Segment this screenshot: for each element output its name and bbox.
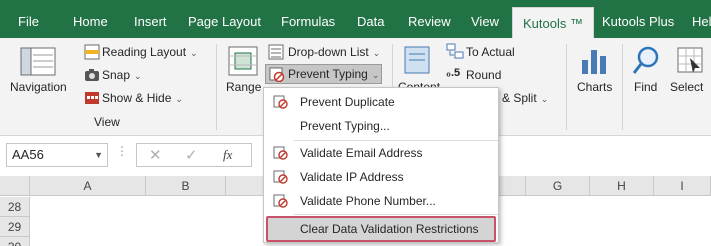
tab-insert[interactable]: Insert	[134, 0, 167, 38]
find-button[interactable]: Find	[634, 80, 657, 94]
tab-kutools[interactable]: Kutools ™	[512, 7, 594, 38]
cancel-icon[interactable]: ✕	[149, 146, 162, 164]
tab-file[interactable]: File	[18, 0, 39, 38]
range-icon[interactable]	[228, 46, 258, 78]
validate-ip-icon	[273, 170, 288, 184]
charts-icon[interactable]	[580, 46, 608, 76]
menu-separator	[294, 214, 498, 215]
column-header[interactable]: B	[146, 176, 226, 196]
menu-item-prevent-duplicate[interactable]: Prevent Duplicate	[265, 90, 497, 114]
view-group-label: View	[94, 115, 120, 129]
to-actual-icon	[446, 43, 464, 59]
menu-item-label: Validate Email Address	[300, 146, 423, 160]
ribbon-separator	[566, 44, 567, 130]
more-dots-icon: ⋮	[116, 144, 128, 158]
navigation-button[interactable]: Navigation	[10, 80, 67, 94]
merge-split-label: & Split	[502, 91, 537, 105]
round-button[interactable]: Round	[466, 68, 501, 82]
show-hide-icon	[85, 92, 99, 104]
prevent-typing-menu: Prevent Duplicate Prevent Typing... Vali…	[263, 87, 499, 243]
chevron-down-icon: ⌄	[134, 71, 142, 81]
row-header[interactable]: 29	[0, 217, 30, 237]
reading-layout-button[interactable]: Reading Layout ⌄	[102, 45, 198, 59]
menu-item-clear-validation[interactable]: Clear Data Validation Restrictions	[266, 216, 496, 242]
menu-item-label: Validate IP Address	[300, 170, 404, 184]
content-icon[interactable]	[404, 46, 430, 74]
validate-phone-icon	[273, 194, 288, 208]
select-icon[interactable]	[676, 46, 704, 76]
tab-review[interactable]: Review	[408, 0, 451, 38]
snap-button[interactable]: Snap ⌄	[102, 68, 142, 82]
tab-home[interactable]: Home	[73, 0, 108, 38]
menu-item-label: Prevent Typing...	[300, 119, 390, 133]
column-header[interactable]: G	[526, 176, 590, 196]
formula-buttons: ✕ ✓ fx	[136, 143, 252, 167]
snap-label: Snap	[102, 68, 131, 82]
menu-item-validate-email[interactable]: Validate Email Address	[265, 141, 497, 165]
range-label: Range	[226, 80, 262, 94]
validate-email-icon	[273, 146, 288, 160]
tab-page-layout[interactable]: Page Layout	[188, 0, 261, 38]
round-icon: ₀.5	[446, 67, 461, 79]
chevron-down-icon: ⌄	[190, 48, 198, 58]
column-header[interactable]: H	[590, 176, 654, 196]
chevron-down-icon: ⌄	[371, 70, 380, 80]
enter-icon[interactable]: ✓	[185, 146, 198, 164]
ribbon-separator	[622, 44, 623, 130]
menu-item-label: Validate Phone Number...	[300, 194, 436, 208]
select-button[interactable]: Select	[670, 80, 703, 94]
dropdown-list-label: Drop-down List	[288, 45, 369, 59]
chevron-down-icon: ⌄	[540, 94, 549, 104]
prevent-typing-icon	[269, 67, 285, 82]
ribbon-separator	[216, 44, 217, 130]
prevent-duplicate-icon	[273, 95, 288, 109]
row-header[interactable]: 30	[0, 237, 30, 246]
menu-item-label: Prevent Duplicate	[300, 95, 395, 109]
dropdown-list-icon	[268, 44, 284, 60]
column-header[interactable]: I	[654, 176, 711, 196]
dropdown-list-button[interactable]: Drop-down List ⌄	[288, 45, 380, 59]
tab-formulas[interactable]: Formulas	[281, 0, 335, 38]
select-all-corner[interactable]	[0, 176, 30, 196]
prevent-typing-label: Prevent Typing	[288, 67, 368, 81]
tab-view[interactable]: View	[471, 0, 499, 38]
tab-data[interactable]: Data	[357, 0, 384, 38]
show-hide-button[interactable]: Show & Hide ⌄	[102, 91, 183, 105]
prevent-typing-button[interactable]: Prevent Typing ⌄	[265, 64, 382, 84]
tab-help[interactable]: Help	[692, 0, 711, 38]
name-box-value: AA56	[12, 147, 44, 162]
ribbon-tab-bar: File Home Insert Page Layout Formulas Da…	[0, 0, 711, 38]
charts-button[interactable]: Charts	[577, 80, 612, 94]
row-header[interactable]: 28	[0, 197, 30, 217]
menu-item-validate-ip[interactable]: Validate IP Address	[265, 165, 497, 189]
show-hide-label: Show & Hide	[102, 91, 172, 105]
find-icon[interactable]	[632, 46, 660, 76]
reading-layout-label: Reading Layout	[102, 45, 187, 59]
menu-item-validate-phone[interactable]: Validate Phone Number...	[265, 189, 497, 213]
chevron-down-icon[interactable]: ▼	[94, 144, 103, 166]
chevron-down-icon: ⌄	[175, 94, 183, 104]
reading-layout-icon	[84, 44, 100, 60]
merge-split-button[interactable]: & Split ⌄	[502, 91, 548, 105]
navigation-icon[interactable]	[20, 46, 56, 78]
menu-item-prevent-typing[interactable]: Prevent Typing...	[265, 114, 497, 138]
chevron-down-icon: ⌄	[372, 48, 381, 58]
name-box[interactable]: AA56 ▼	[6, 143, 108, 167]
to-actual-button[interactable]: To Actual	[466, 45, 515, 59]
tab-kutools-plus[interactable]: Kutools Plus	[602, 0, 674, 38]
column-header[interactable]: A	[30, 176, 146, 196]
camera-icon	[85, 69, 99, 81]
insert-function-button[interactable]: fx	[223, 147, 232, 163]
menu-item-label: Clear Data Validation Restrictions	[300, 222, 479, 236]
